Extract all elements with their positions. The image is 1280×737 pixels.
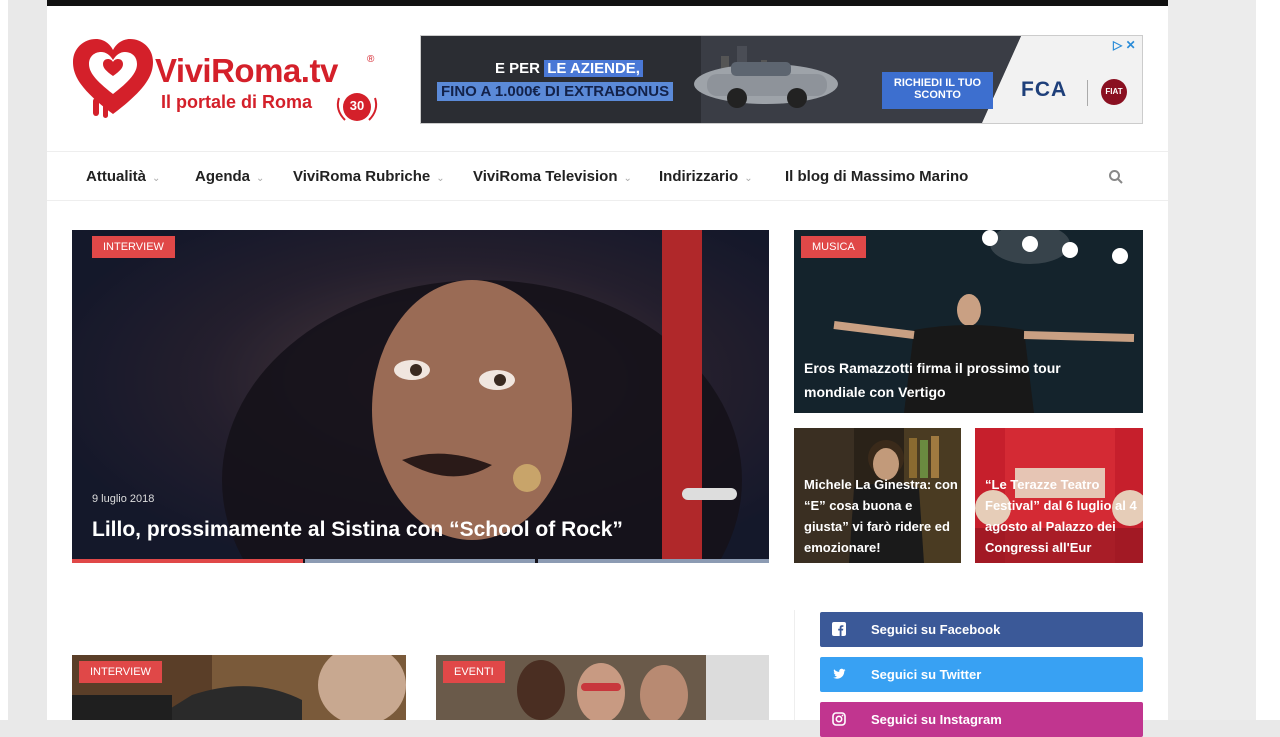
right-gutter <box>1168 0 1256 720</box>
page: ViviRoma.tv ® Il portale di Roma 30 E PE… <box>47 0 1168 737</box>
nav-label: ViviRoma Television <box>473 168 618 185</box>
nav-item-television[interactable]: ViviRoma Television ⌄ <box>473 168 632 185</box>
sidebar-divider <box>794 610 795 720</box>
ad-cta-button[interactable]: RICHIEDI IL TUO SCONTO <box>882 72 993 109</box>
anniversary-badge: 30 <box>333 88 381 126</box>
logo-registered-mark: ® <box>367 54 375 65</box>
nav-label: Attualità <box>86 168 146 185</box>
logo-title: ViviRoma.tv <box>155 52 338 89</box>
chevron-down-icon: ⌄ <box>436 173 445 184</box>
ad-separator <box>1087 80 1088 106</box>
article-card[interactable]: INTERVIEW <box>72 655 406 720</box>
ad-subheadline: FINO A 1.000€ DI EXTRABONUS <box>437 82 674 101</box>
card-tag[interactable]: INTERVIEW <box>79 661 162 683</box>
top-bar <box>47 0 1168 6</box>
slide-indicator-active[interactable] <box>72 559 303 563</box>
main-nav: Attualità ⌄ Agenda ⌄ ViviRoma Rubriche ⌄ Vi… <box>47 151 1168 201</box>
card-tag[interactable]: MUSICA <box>801 236 866 258</box>
hero-slider-indicator <box>72 559 769 563</box>
twitter-follow-button[interactable]: Seguici su Twitter <box>820 657 1143 692</box>
facebook-icon <box>832 622 846 636</box>
slide-indicator[interactable] <box>538 559 769 563</box>
logo-subtitle: Il portale di Roma <box>161 92 313 112</box>
facebook-follow-button[interactable]: Seguici su Facebook <box>820 612 1143 647</box>
ad-brand-logo: FCA <box>1021 78 1068 101</box>
heart-logo-icon <box>73 39 153 118</box>
nav-item-agenda[interactable]: Agenda ⌄ <box>195 168 264 185</box>
twitter-label: Seguici su Twitter <box>871 667 982 682</box>
hero-date: 9 luglio 2018 <box>92 493 155 505</box>
card-tag[interactable]: EVENTI <box>443 661 505 683</box>
chevron-down-icon: ⌄ <box>256 173 265 184</box>
ad-close-icon[interactable]: ▷ ✕ <box>1113 38 1136 52</box>
article-card[interactable]: “Le Terazze Teatro Festival” dal 6 lugli… <box>975 428 1143 563</box>
facebook-label: Seguici su Facebook <box>871 622 1001 637</box>
ad-headline: E PER LE AZIENDE, <box>495 60 643 77</box>
hero-article[interactable]: INTERVIEW 9 luglio 2018 Lillo, prossimam… <box>72 230 769 563</box>
instagram-icon <box>832 712 846 726</box>
nav-item-attualita[interactable]: Attualità ⌄ <box>86 168 160 185</box>
slide-indicator[interactable] <box>305 559 535 563</box>
left-gutter <box>0 0 8 720</box>
nav-item-blog[interactable]: Il blog di Massimo Marino <box>785 168 968 185</box>
article-card[interactable]: Michele La Ginestra: con “E” cosa buona … <box>794 428 961 563</box>
card-title[interactable]: Eros Ramazzotti firma il prossimo tour m… <box>804 356 1124 404</box>
article-card[interactable]: EVENTI <box>436 655 769 720</box>
ad-banner[interactable]: E PER LE AZIENDE, FINO A 1.000€ DI EXTRA… <box>420 35 1143 124</box>
site-logo[interactable]: ViviRoma.tv ® Il portale di Roma 30 <box>71 36 391 128</box>
badge-number: 30 <box>349 98 365 113</box>
nav-label: Agenda <box>195 168 251 185</box>
hero-image <box>72 230 769 563</box>
ad-headline-prefix: E PER <box>495 60 545 77</box>
chevron-down-icon: ⌄ <box>623 173 632 184</box>
nav-label: Indirizzario <box>659 168 739 185</box>
nav-label: Il blog di Massimo Marino <box>785 168 969 185</box>
article-card[interactable]: MUSICA Eros Ramazzotti firma il prossimo… <box>794 230 1143 413</box>
chevron-down-icon: ⌄ <box>152 173 161 184</box>
scrollbar-track[interactable] <box>1256 0 1280 720</box>
search-icon[interactable] <box>1108 169 1124 185</box>
nav-item-indirizzario[interactable]: Indirizzario ⌄ <box>659 168 753 185</box>
twitter-icon <box>833 668 846 679</box>
fiat-logo: FIAT <box>1101 79 1127 105</box>
nav-item-rubriche[interactable]: ViviRoma Rubriche ⌄ <box>293 168 445 185</box>
card-title[interactable]: “Le Terazze Teatro Festival” dal 6 lugli… <box>985 474 1143 558</box>
nav-label: ViviRoma Rubriche <box>293 168 431 185</box>
card-title[interactable]: Michele La Ginestra: con “E” cosa buona … <box>804 474 958 558</box>
chevron-down-icon: ⌄ <box>744 173 753 184</box>
hero-tag[interactable]: INTERVIEW <box>92 236 175 258</box>
hero-title[interactable]: Lillo, prossimamente al Sistina con “Sch… <box>92 518 623 542</box>
ad-headline-highlight: LE AZIENDE, <box>544 60 643 77</box>
